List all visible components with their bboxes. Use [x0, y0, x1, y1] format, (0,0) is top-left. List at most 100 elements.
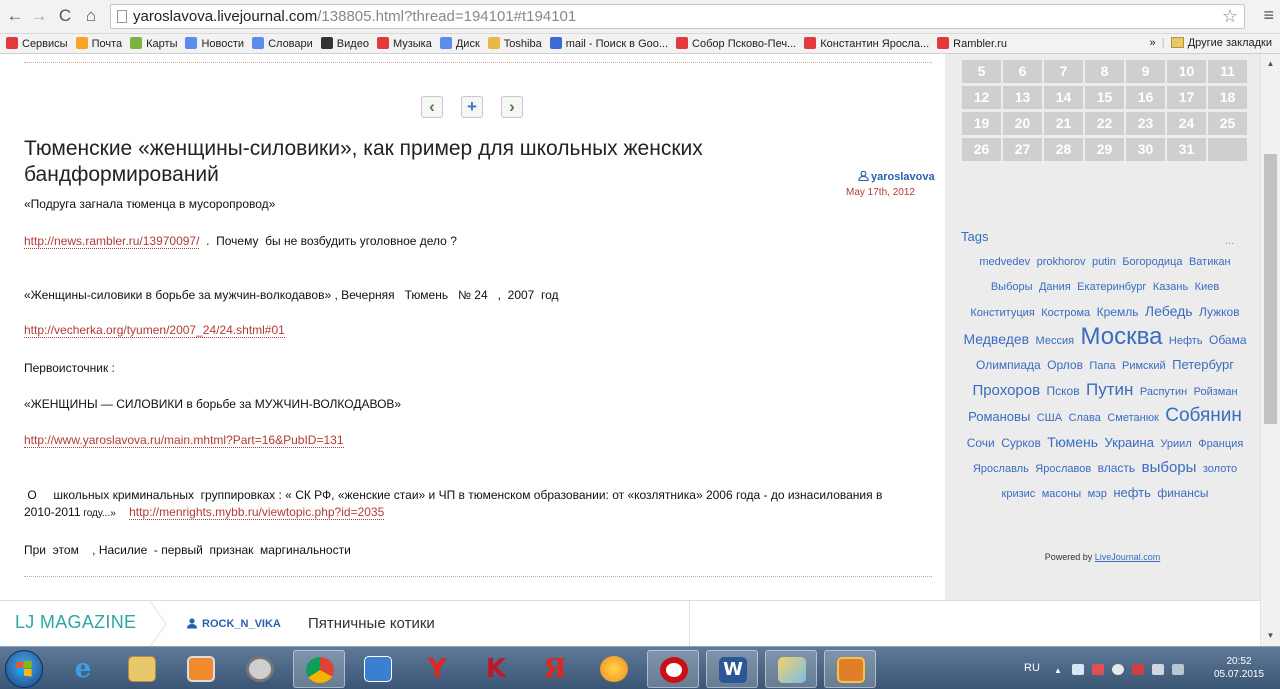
calendar-day[interactable]: 19 — [962, 112, 1001, 135]
tag-link[interactable]: нефть — [1113, 485, 1151, 500]
taskbar-ie[interactable]: e — [57, 650, 109, 688]
bookmark-item[interactable]: mail - Поиск в Goo... — [549, 35, 668, 53]
calendar-day[interactable]: 13 — [1003, 86, 1042, 109]
tag-link[interactable]: Екатеринбург — [1077, 281, 1146, 293]
lj-magazine-label[interactable]: LJ MAGAZINE — [15, 612, 136, 633]
tag-link[interactable]: Сочи — [967, 436, 995, 450]
tag-link[interactable]: Ройзман — [1194, 386, 1238, 398]
taskbar-mail[interactable] — [352, 650, 404, 688]
link-yaroslavova[interactable]: http://www.yaroslavova.ru/main.mhtml?Par… — [24, 433, 344, 448]
calendar-day[interactable]: 7 — [1044, 60, 1083, 83]
tag-link[interactable]: США — [1037, 412, 1062, 424]
taskbar-kaspersky[interactable]: K — [470, 650, 522, 688]
tag-link[interactable]: Мессия — [1036, 335, 1075, 347]
calendar-day[interactable]: 18 — [1208, 86, 1247, 109]
calendar-day[interactable]: 11 — [1208, 60, 1247, 83]
link-vecherka[interactable]: http://vecherka.org/tyumen/2007_24/24.sh… — [24, 323, 285, 338]
tray-app-icon[interactable] — [1072, 664, 1084, 675]
lj-post-link[interactable]: Пятничные котики — [308, 615, 435, 632]
calendar-day[interactable]: 8 — [1085, 60, 1124, 83]
taskbar-yandex-browser[interactable]: Y — [411, 650, 463, 688]
tag-link[interactable]: Украина — [1104, 435, 1154, 450]
tag-link[interactable]: Лебедь — [1145, 303, 1193, 319]
calendar-day[interactable]: 17 — [1167, 86, 1206, 109]
tag-link[interactable]: Ярославов — [1035, 463, 1091, 475]
vertical-scrollbar[interactable]: ▲ ▼ — [1260, 54, 1280, 646]
forward-arrow-icon[interactable]: → — [28, 5, 50, 27]
tag-link[interactable]: Петербург — [1172, 357, 1234, 372]
tags-more[interactable]: ... — [1225, 235, 1234, 247]
tag-link[interactable]: Москва — [1081, 323, 1163, 350]
taskbar-yandex[interactable]: Я — [529, 650, 581, 688]
calendar-day[interactable]: 28 — [1044, 138, 1083, 161]
next-post-icon[interactable]: › — [501, 96, 523, 118]
taskbar-app[interactable] — [234, 650, 286, 688]
scroll-up-icon[interactable]: ▲ — [1261, 56, 1280, 72]
tag-link[interactable]: Тюмень — [1047, 434, 1098, 450]
post-author[interactable]: yaroslavova — [858, 170, 935, 183]
tag-link[interactable]: масоны — [1042, 488, 1081, 500]
bookmark-item[interactable]: Rambler.ru — [937, 35, 1007, 53]
tag-link[interactable]: Уриил — [1160, 438, 1191, 450]
calendar-day[interactable]: 14 — [1044, 86, 1083, 109]
bookmark-item[interactable]: Словари — [252, 35, 313, 53]
network-icon[interactable] — [1152, 664, 1164, 675]
calendar-day[interactable]: 9 — [1126, 60, 1165, 83]
bookmark-item[interactable]: Сервисы — [6, 35, 68, 53]
tray-alert-icon[interactable] — [1132, 664, 1144, 675]
bookmark-item[interactable]: Карты — [130, 35, 177, 53]
tag-link[interactable]: Выборы — [991, 281, 1033, 293]
start-button[interactable] — [5, 650, 43, 688]
tag-link[interactable]: Псков — [1047, 384, 1080, 398]
taskbar-opera[interactable] — [647, 650, 699, 688]
calendar-day[interactable]: 10 — [1167, 60, 1206, 83]
lj-user-link[interactable]: ROCK_N_VIKA — [186, 617, 281, 630]
tag-link[interactable]: власть — [1098, 461, 1136, 475]
address-field[interactable]: yaroslavova.livejournal.com/138805.html?… — [110, 4, 1245, 29]
taskbar-app2[interactable] — [588, 650, 640, 688]
home-icon[interactable]: ⌂ — [80, 5, 102, 27]
bookmark-item[interactable]: Новости — [185, 35, 244, 53]
tag-link[interactable]: medvedev — [979, 256, 1030, 268]
bookmark-item[interactable]: Константин Яросла... — [804, 35, 929, 53]
tag-link[interactable]: Олимпиада — [976, 358, 1041, 372]
taskbar-chrome[interactable] — [293, 650, 345, 688]
browser-menu-icon[interactable]: ≡ — [1263, 5, 1274, 26]
calendar-day[interactable]: 5 — [962, 60, 1001, 83]
tag-link[interactable]: Лужков — [1199, 305, 1240, 319]
tag-link[interactable]: мэр — [1088, 488, 1107, 500]
tag-link[interactable]: Папа — [1089, 360, 1115, 372]
calendar-day[interactable]: 22 — [1085, 112, 1124, 135]
link-menrights[interactable]: http://menrights.mybb.ru/viewtopic.php?i… — [129, 505, 385, 520]
tag-link[interactable]: Слава — [1069, 412, 1101, 424]
tag-link[interactable]: putin — [1092, 256, 1116, 268]
tag-link[interactable]: Богородица — [1122, 256, 1182, 268]
tag-link[interactable]: Кострома — [1041, 307, 1090, 319]
add-post-icon[interactable]: + — [461, 96, 483, 118]
bookmark-item[interactable]: Диск — [439, 35, 480, 53]
tray-expand-icon[interactable]: ▲ — [1054, 667, 1062, 675]
clock[interactable]: 20:52 05.07.2015 — [1206, 655, 1272, 681]
bookmark-item[interactable]: Музыка — [376, 35, 432, 53]
tray-device-icon[interactable] — [1172, 664, 1184, 675]
calendar-day[interactable]: 23 — [1126, 112, 1165, 135]
tag-link[interactable]: Дания — [1039, 281, 1071, 293]
livejournal-link[interactable]: LiveJournal.com — [1095, 552, 1161, 562]
calendar-day[interactable]: 16 — [1126, 86, 1165, 109]
link-rambler[interactable]: http://news.rambler.ru/13970097/ — [24, 234, 200, 249]
other-bookmarks[interactable]: » | Другие закладки — [1149, 34, 1272, 53]
calendar-day[interactable]: 26 — [962, 138, 1001, 161]
tag-link[interactable]: золото — [1203, 463, 1237, 475]
volume-icon[interactable] — [1112, 664, 1124, 675]
calendar-day[interactable]: 27 — [1003, 138, 1042, 161]
calendar-day[interactable]: 12 — [962, 86, 1001, 109]
tray-kaspersky-icon[interactable] — [1092, 664, 1104, 675]
tag-link[interactable]: Собянин — [1165, 405, 1242, 426]
prev-post-icon[interactable]: ‹ — [421, 96, 443, 118]
taskbar-paint[interactable] — [765, 650, 817, 688]
calendar-day[interactable]: 21 — [1044, 112, 1083, 135]
tag-link[interactable]: Сметанюк — [1107, 412, 1158, 424]
taskbar-word[interactable]: W — [706, 650, 758, 688]
taskbar-explorer[interactable] — [116, 650, 168, 688]
bookmark-item[interactable]: Собор Псково-Печ... — [676, 35, 796, 53]
